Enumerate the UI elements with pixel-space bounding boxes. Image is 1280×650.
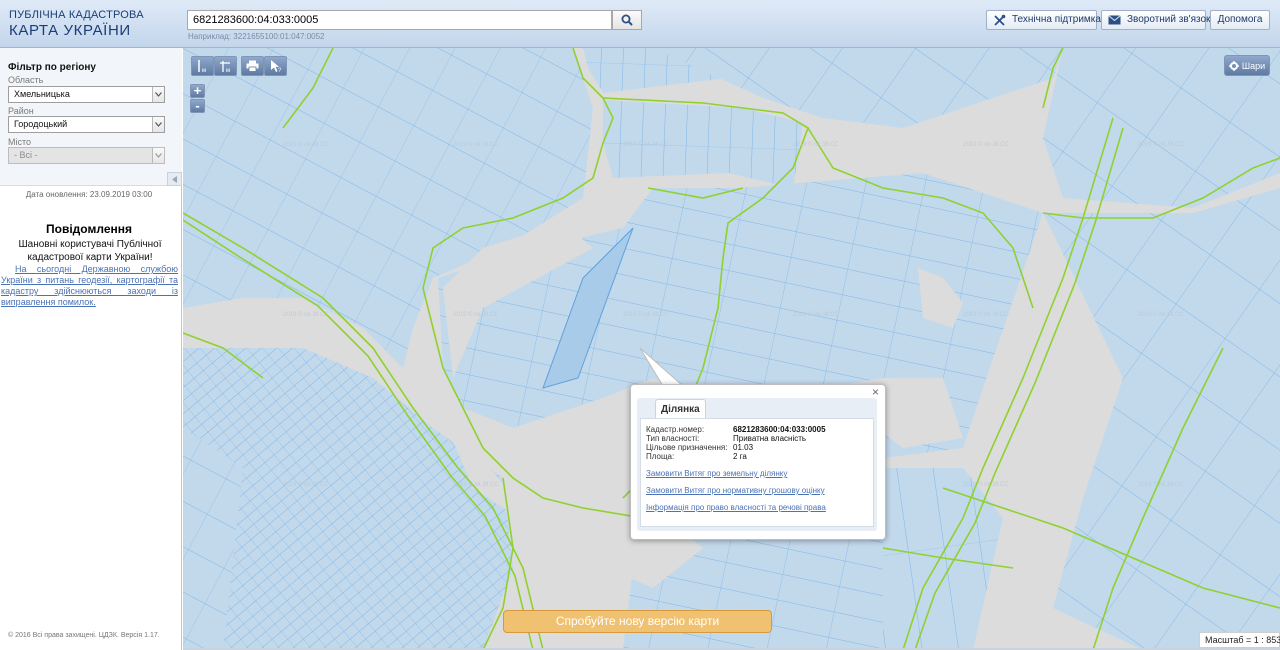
- print-icon: [246, 60, 259, 72]
- filter-title: Фільтр по регіону: [8, 62, 96, 73]
- district-select[interactable]: Городоцький: [8, 116, 165, 133]
- map-watermark: 2019 © nk.3ll.CC: [282, 311, 329, 318]
- map-watermark: 2019 © nk.3ll.CC: [962, 141, 1009, 148]
- map-watermark: 2019 © nk.3ll.CC: [622, 311, 669, 318]
- feedback-button[interactable]: Зворотний зв'язок: [1101, 10, 1210, 30]
- map-watermark: 2019 © nk.3ll.CC: [1137, 141, 1184, 148]
- envelope-icon: [1108, 15, 1121, 25]
- city-select-value: - Всі -: [14, 150, 38, 160]
- search-example-hint: Наприклад: 3221655100:01:047:0052: [188, 32, 325, 41]
- order-parcel-extract-link[interactable]: Замовити Витяг про земельну ділянку: [646, 469, 787, 478]
- svg-text:м: м: [202, 68, 206, 73]
- chevron-down-icon: [152, 148, 164, 163]
- svg-text:?: ?: [278, 68, 282, 73]
- cadastral-number-key: Кадастр.номер:: [646, 425, 705, 434]
- logo-line-2: КАРТА УКРАЇНИ: [9, 22, 131, 39]
- cadastral-number-value: 6821283600:04:033:0005: [733, 425, 826, 434]
- print-button[interactable]: [241, 56, 264, 76]
- area-value: 2 га: [733, 452, 747, 461]
- map-watermark: 2019 © nk.3ll.CC: [452, 311, 499, 318]
- parcel-info-row: Тип власності: Приватна власність: [646, 434, 806, 443]
- update-date: Дата оновлення: 23.09.2019 03:00: [25, 190, 153, 199]
- cadastral-map[interactable]: 2019 © nk.3ll.CC 2019 © nk.3ll.CC 2019 ©…: [183, 48, 1280, 650]
- parcel-info-popup: × Ділянка Кадастр.номер: 6821283600:04:03…: [630, 384, 886, 540]
- chevron-down-icon: [152, 87, 164, 102]
- map-scale: Масштаб = 1 : 8531: [1199, 632, 1280, 648]
- map-watermark: 2019 © nk.3ll.CC: [792, 141, 839, 148]
- header-bar: ПУБЛІЧНА КАДАСТРОВА КАРТА УКРАЇНИ 682128…: [0, 0, 1280, 48]
- area-measure-icon: м: [219, 61, 230, 73]
- zoom-in-button[interactable]: +: [190, 84, 205, 98]
- area-key: Площа:: [646, 452, 675, 461]
- try-new-version-button[interactable]: Спробуйте нову версію карти: [503, 610, 772, 633]
- measure-area-button[interactable]: м: [214, 56, 237, 76]
- city-select[interactable]: - Всі -: [8, 147, 165, 164]
- notice-greeting: Шановні користувачі Публічної кадастрово…: [18, 239, 162, 263]
- feedback-label: Зворотний зв'язок: [1127, 14, 1211, 25]
- region-select-value: Хмельницька: [14, 89, 70, 99]
- district-select-value: Городоцький: [14, 119, 68, 129]
- popup-content: Кадастр.номер: 6821283600:04:033:0005 Тип…: [640, 418, 874, 527]
- parcel-info-row: Площа: 2 га: [646, 452, 747, 461]
- parcel-info-row: Кадастр.номер: 6821283600:04:033:0005: [646, 425, 826, 434]
- popup-body: Ділянка Кадастр.номер: 6821283600:04:033:…: [637, 398, 877, 531]
- map-watermark: 2019 © nk.3ll.CC: [452, 481, 499, 488]
- chevron-down-icon: [152, 117, 164, 132]
- layers-button[interactable]: Шари: [1224, 55, 1270, 76]
- tools-icon: [993, 14, 1006, 27]
- search-button[interactable]: [612, 10, 642, 30]
- layers-label: Шари: [1241, 60, 1266, 71]
- cadastral-search-input[interactable]: 6821283600:04:033:0005: [187, 10, 612, 30]
- map-watermark: 2019 © nk.3ll.CC: [1137, 481, 1184, 488]
- cursor-info-icon: ?: [270, 60, 282, 73]
- purpose-value: 01.03: [733, 443, 754, 452]
- map-watermark: 2019 © nk.3ll.CC: [282, 141, 329, 148]
- order-valuation-extract-link[interactable]: Замовити Витяг про нормативну грошову оц…: [646, 486, 825, 495]
- map-watermark: 2019 © nk.3ll.CC: [792, 311, 839, 318]
- purpose-key: Цільове призначення:: [646, 443, 728, 452]
- map-watermark: 2019 © nk.3ll.CC: [962, 481, 1009, 488]
- parcel-info-row: Цільове призначення: 01.03: [646, 443, 753, 452]
- triangle-left-icon: [172, 175, 177, 183]
- region-filter-panel: Фільтр по регіону Область Хмельницька Ра…: [0, 48, 182, 186]
- map-watermark: 2019 © nk.3ll.CC: [1137, 311, 1184, 318]
- map-watermark: 2019 © nk.3ll.CC: [282, 481, 329, 488]
- tab-parcel[interactable]: Ділянка: [655, 399, 706, 418]
- tech-support-label: Технічна підтримка: [1012, 14, 1101, 25]
- measure-distance-button[interactable]: м: [191, 56, 214, 76]
- ownership-type-key: Тип власності:: [646, 434, 700, 443]
- region-select[interactable]: Хмельницька: [8, 86, 165, 103]
- map-watermark: 2019 © nk.3ll.CC: [962, 311, 1009, 318]
- map-watermark: 2019 © nk.3ll.CC: [452, 141, 499, 148]
- city-label: Місто: [8, 137, 32, 147]
- collapse-sidebar-button[interactable]: [167, 172, 182, 186]
- sidebar: Фільтр по регіону Область Хмельницька Ра…: [0, 48, 182, 650]
- svg-text:м: м: [226, 68, 230, 73]
- district-label: Район: [8, 106, 34, 116]
- search-icon: [621, 14, 633, 26]
- map-canvas[interactable]: 2019 © nk.3ll.CC 2019 © nk.3ll.CC 2019 ©…: [183, 48, 1280, 650]
- logo-line-1: ПУБЛІЧНА КАДАСТРОВА: [9, 9, 144, 21]
- copyright: © 2016 Всі права захищені. ЦДЗК. Версія …: [8, 632, 160, 639]
- notice-title: Повідомлення: [46, 222, 132, 236]
- map-watermark: 2019 © nk.3ll.CC: [622, 141, 669, 148]
- tech-support-button[interactable]: Технічна підтримка: [986, 10, 1101, 30]
- identify-button[interactable]: ?: [264, 56, 287, 76]
- region-label: Область: [8, 75, 44, 85]
- gear-icon: [1228, 60, 1239, 71]
- notice-link[interactable]: На сьогодні Державною службою України з …: [1, 264, 178, 308]
- zoom-out-button[interactable]: -: [190, 99, 205, 113]
- ownership-info-link[interactable]: Інформація про право власності та речові…: [646, 503, 826, 512]
- ruler-icon: м: [197, 60, 206, 73]
- site-logo[interactable]: ПУБЛІЧНА КАДАСТРОВА КАРТА УКРАЇНИ: [9, 9, 144, 39]
- help-button[interactable]: Допомога: [1210, 10, 1270, 30]
- ownership-type-value: Приватна власність: [733, 434, 807, 443]
- help-label: Допомога: [1217, 14, 1263, 25]
